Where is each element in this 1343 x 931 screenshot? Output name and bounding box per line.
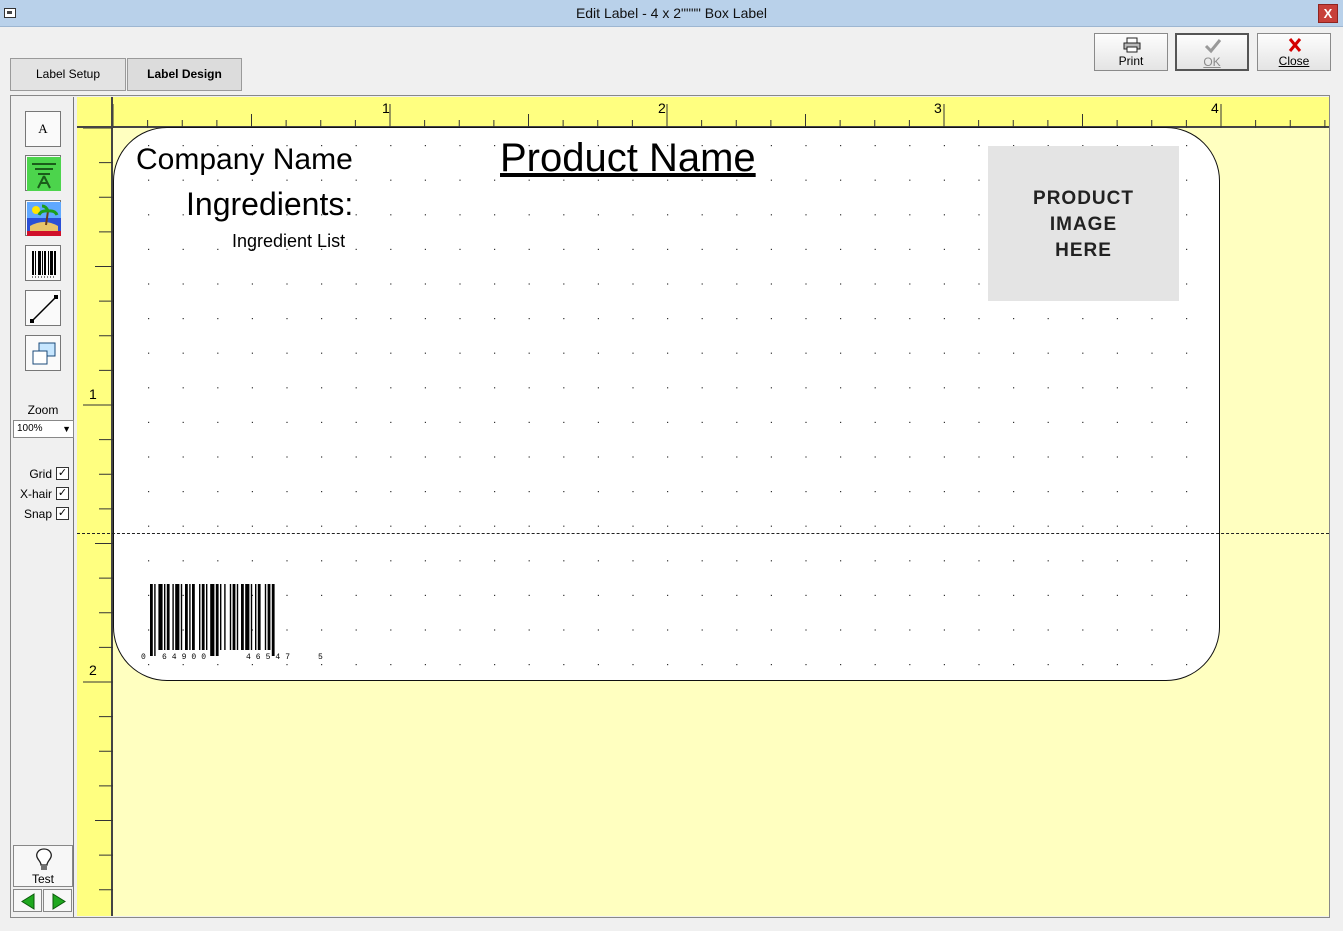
product-name-field[interactable]: Product Name <box>500 136 756 181</box>
window-title: Edit Label - 4 x 2"""" Box Label <box>575 5 768 21</box>
line-tool-button[interactable] <box>25 290 61 326</box>
left-ruler-label-2: 2 <box>89 662 97 678</box>
overlapping-boxes-icon <box>32 342 56 365</box>
snap-checkbox-row: Snap ✓ <box>12 506 74 522</box>
design-toolbar: A Zoom 100% ▼ Grid ✓ X-hair ✓ Snap ✓ Tes… <box>12 97 74 917</box>
crosshair-line <box>77 533 1329 534</box>
island-picture-icon <box>27 202 61 236</box>
grid-checkbox-label: Grid <box>29 467 52 481</box>
tab-label-setup[interactable]: Label Setup <box>10 58 126 91</box>
snap-checkbox[interactable]: ✓ <box>56 507 69 520</box>
next-button[interactable] <box>43 889 72 912</box>
top-ruler-label-1: 1 <box>382 100 390 116</box>
xhair-checkbox-label: X-hair <box>19 487 52 501</box>
barcode-digits-left: 64900 <box>162 653 211 662</box>
test-button-label: Test <box>31 872 54 886</box>
ruler-corner <box>77 97 113 128</box>
snap-checkbox-label: Snap <box>23 507 52 521</box>
chevron-down-icon: ▼ <box>62 424 71 434</box>
previous-button[interactable] <box>13 889 42 912</box>
company-name-field[interactable]: Company Name <box>136 143 353 177</box>
barcode-icon <box>32 251 56 278</box>
letter-a-icon: A <box>38 121 48 136</box>
zoom-value: 100% <box>17 423 43 434</box>
product-image-text-line-3: HERE <box>1055 240 1112 261</box>
barcode-tool-button[interactable] <box>25 245 61 281</box>
top-ruler-label-4: 4 <box>1211 100 1219 116</box>
product-image-text-line-2: IMAGE <box>1049 214 1118 235</box>
zoom-select[interactable]: 100% ▼ <box>13 420 74 438</box>
print-button[interactable]: Print <box>1094 33 1168 71</box>
close-button[interactable]: Close <box>1257 33 1331 71</box>
test-button[interactable]: Test <box>13 845 73 887</box>
title-bar: Edit Label - 4 x 2"""" Box Label X <box>0 0 1343 27</box>
barcode-digits-right: 46547 <box>246 653 295 662</box>
red-x-icon <box>1288 38 1302 52</box>
ok-button[interactable]: OK <box>1175 33 1249 71</box>
ok-button-label: OK <box>1203 55 1221 69</box>
green-banner-icon <box>27 157 61 191</box>
top-ruler-label-3: 3 <box>934 100 942 116</box>
barcode[interactable]: 0 64900 46547 5 <box>138 582 328 662</box>
window-close-button[interactable]: X <box>1318 4 1338 23</box>
text-tool-button[interactable]: A <box>25 111 61 147</box>
close-button-label: Close <box>1278 54 1310 68</box>
diagonal-line-icon <box>30 295 58 323</box>
left-ruler <box>77 97 113 916</box>
barcode-digit-check: 5 <box>318 653 323 662</box>
checkmark-icon <box>1204 39 1222 54</box>
ingredients-heading-field[interactable]: Ingredients: <box>186 186 353 223</box>
barcode-digit-lead: 0 <box>141 653 146 662</box>
right-arrow-icon <box>52 893 66 910</box>
left-ruler-label-1: 1 <box>89 386 97 402</box>
product-image-text-line-1: PRODUCT <box>1033 188 1134 209</box>
printer-icon <box>1123 37 1141 53</box>
top-ruler-label-2: 2 <box>658 100 666 116</box>
zoom-label: Zoom <box>27 403 59 417</box>
logo-tool-button[interactable] <box>25 155 61 191</box>
tab-label-design[interactable]: Label Design <box>127 58 242 91</box>
box-tool-button[interactable] <box>25 335 61 371</box>
grid-checkbox-row: Grid ✓ <box>12 466 74 482</box>
left-arrow-icon <box>21 893 35 910</box>
xhair-checkbox-row: X-hair ✓ <box>12 486 74 502</box>
lightbulb-icon <box>36 848 52 870</box>
product-image-placeholder[interactable]: PRODUCT IMAGE HERE <box>988 146 1179 301</box>
grid-checkbox[interactable]: ✓ <box>56 467 69 480</box>
print-button-label: Print <box>1118 54 1144 68</box>
image-tool-button[interactable] <box>25 200 61 236</box>
ingredient-list-field[interactable]: Ingredient List <box>232 231 345 252</box>
top-ruler <box>77 97 1329 128</box>
xhair-checkbox[interactable]: ✓ <box>56 487 69 500</box>
